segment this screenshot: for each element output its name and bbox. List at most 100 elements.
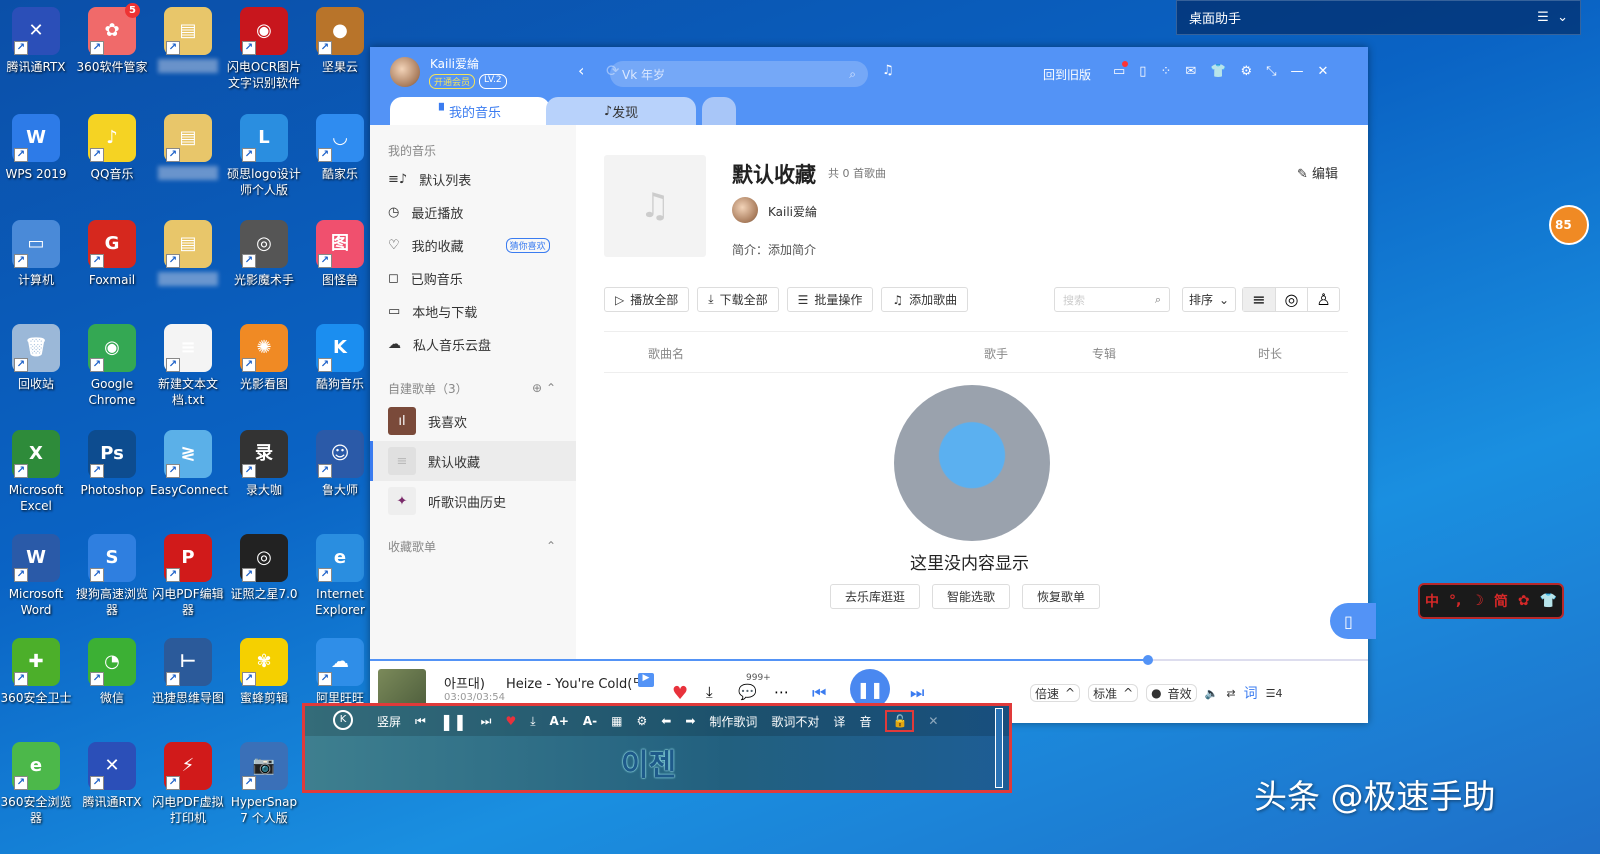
desktop-icon[interactable]: S ↗ 搜狗高速浏览器 [74, 532, 150, 618]
desktop-icon[interactable]: ✺ ↗ 光影看图 [226, 322, 302, 392]
progress-bar[interactable] [370, 655, 1368, 665]
desktop-icon[interactable]: ☺ ↗ 鲁大师 [302, 428, 378, 498]
desktop-icon[interactable]: ◉ ↗ Google Chrome [74, 322, 150, 408]
desktop-icon[interactable]: ✕ ↗ 腾讯通RTX [0, 5, 74, 75]
search-icon[interactable]: ⌕ [849, 67, 856, 82]
desktop-icon[interactable]: ◡ ↗ 酷家乐 [302, 112, 378, 182]
layout-icon[interactable]: ▦ [611, 714, 622, 728]
download-icon[interactable]: ⤓ [706, 683, 713, 701]
desktop-icon[interactable]: G ↗ Foxmail [74, 218, 150, 288]
owner-name[interactable]: Kaili爱綸 [768, 203, 817, 220]
sidebar-item-recent[interactable]: ◷ 最近播放 [370, 196, 576, 229]
old-version-link[interactable]: 回到旧版 [1043, 66, 1091, 83]
desktop-icon[interactable]: ▤ ↗ [150, 112, 226, 180]
desktop-icon[interactable]: ✚ ↗ 360安全卫士 [0, 636, 74, 706]
menu-icon[interactable]: ☰ [1537, 10, 1549, 25]
song-artist[interactable]: Heize - You're Cold(ᄃ [506, 673, 644, 692]
desktop-icon[interactable]: ♪ ↗ QQ音乐 [74, 112, 150, 182]
sidebar-item-default-list[interactable]: ≡♪ 默认列表 [370, 163, 576, 196]
desktop-icon[interactable]: ◎ ↗ 光影魔术手 [226, 218, 302, 288]
ime-moon-icon[interactable]: ☽ [1471, 593, 1484, 609]
lyrics-scrollbar[interactable] [995, 708, 1003, 788]
ime-chinese[interactable]: 中 [1425, 591, 1439, 611]
mini-mode-icon[interactable]: ⤡ [1266, 64, 1276, 79]
mv-icon[interactable]: ▶ [638, 673, 654, 687]
settings-icon[interactable]: ⚙ [1240, 64, 1252, 79]
desktop-icon[interactable]: ◎ ↗ 证照之星7.0 [226, 532, 302, 602]
sort-dropdown[interactable]: 排序 ⌄ [1182, 287, 1237, 312]
desktop-icon[interactable]: W ↗ Microsoft Word [0, 532, 74, 618]
vip-badge[interactable]: 开通会员 [429, 74, 476, 89]
quality-button[interactable]: 标准 ^ [1088, 684, 1139, 702]
desktop-icon[interactable]: ◔ ↗ 微信 [74, 636, 150, 706]
desktop-icon[interactable]: 图 ↗ 图怪兽 [302, 218, 378, 288]
user-name[interactable]: Kaili爱綸 [430, 55, 479, 72]
smart-pick-button[interactable]: 智能选歌 [932, 584, 1011, 609]
list-view-icon[interactable]: ≡ [1243, 288, 1275, 311]
desktop-icon[interactable]: ▭ ↗ 计算机 [0, 218, 74, 288]
desktop-icon[interactable]: L ↗ 硕思logo设计师个人版 [226, 112, 302, 198]
sidebar-item-purchased[interactable]: ◻ 已购音乐 [370, 262, 576, 295]
list-search-input[interactable]: 搜索 ⌕ [1054, 287, 1170, 312]
ime-skin-icon[interactable]: 👕 [1540, 593, 1557, 609]
desktop-icon[interactable]: P ↗ 闪电PDF编辑器 [150, 532, 226, 618]
translate-button[interactable]: 译 [833, 713, 845, 730]
add-songs-button[interactable]: ♫ 添加歌曲 [881, 287, 969, 312]
make-lyrics-button[interactable]: 制作歌词 [709, 713, 757, 730]
desktop-icon[interactable]: Ps ↗ Photoshop [74, 428, 150, 498]
owner-avatar[interactable] [732, 197, 758, 223]
volume-icon[interactable]: 🔈 [1205, 687, 1219, 700]
playlist-item[interactable]: ıl 我喜欢 [370, 401, 576, 441]
settings-icon[interactable]: ⚙ [637, 714, 648, 728]
vertical-mode-button[interactable]: 竖屏 [377, 713, 401, 730]
lyrics-toggle[interactable]: 词 [1244, 683, 1258, 703]
wrong-lyrics-button[interactable]: 歌词不对 [771, 713, 819, 730]
sidebar-item-cloud[interactable]: ☁ 私人音乐云盘 [370, 328, 576, 361]
mail-icon[interactable]: ✉ [1185, 64, 1196, 79]
ime-simplified[interactable]: 简 [1494, 591, 1508, 611]
sidebar-item-local[interactable]: ▭ 本地与下载 [370, 295, 576, 328]
desktop-icon[interactable]: ☁ ↗ 阿里旺旺 [302, 636, 378, 706]
desktop-lyrics-panel[interactable]: K 竖屏 ⏮ ❚❚ ⏭ ♥ ⤓ A+ A- ▦ ⚙ ⬅ ➡ 制作歌词 歌词不对 … [302, 703, 1012, 793]
phone-float-button[interactable]: ▯ [1330, 603, 1376, 639]
apps-icon[interactable]: ⁘ [1160, 64, 1171, 79]
desktop-assistant-bar[interactable]: 桌面助手 ☰ ⌄ [1176, 0, 1581, 35]
back-icon[interactable]: ‹ [578, 61, 584, 80]
playlist-queue-icon[interactable]: ☰4 [1266, 687, 1283, 700]
next-icon[interactable]: ⏭ [481, 714, 492, 729]
lyrics-back-icon[interactable]: ⬅ [661, 714, 671, 728]
skin-icon[interactable]: 👕 [1210, 64, 1226, 79]
like-icon[interactable]: ♥ [672, 683, 688, 704]
phone-icon[interactable]: ▯ [1139, 64, 1146, 79]
download-all-button[interactable]: ⤓ 下载全部 [697, 287, 779, 312]
edit-button[interactable]: ✎ 编辑 [1297, 163, 1338, 182]
collapse-icon[interactable]: ⌃ [546, 539, 556, 553]
tab-discover[interactable]: ♪ 发现 [546, 97, 696, 125]
desktop-icon[interactable]: 🗑 ↗ 回收站 [0, 322, 74, 392]
like-icon[interactable]: ♥ [505, 714, 516, 728]
voice-search-icon[interactable]: ♫ [882, 63, 894, 78]
batch-button[interactable]: ☰ 批量操作 [786, 287, 874, 312]
chevron-down-icon[interactable]: ⌄ [1557, 10, 1568, 25]
font-larger-button[interactable]: A+ [550, 714, 569, 728]
effect-button[interactable]: ● 音效 [1146, 684, 1197, 702]
close-icon[interactable]: ✕ [1318, 64, 1329, 79]
desktop-icon[interactable]: ▤ ↗ [150, 5, 226, 73]
ime-punct[interactable]: °, [1449, 593, 1461, 609]
comment-icon[interactable]: 💬 [738, 683, 757, 701]
desktop-icon[interactable]: e ↗ Internet Explorer [302, 532, 378, 618]
desktop-icon[interactable]: 录 ↗ 录大咖 [226, 428, 302, 498]
album-view-icon[interactable]: ◎ [1275, 288, 1307, 311]
lyrics-forward-icon[interactable]: ➡ [685, 714, 695, 728]
playlist-item-selected[interactable]: ≡ 默认收藏 [370, 441, 576, 481]
desktop-icon[interactable]: ◉ ↗ 闪电OCR图片文字识别软件 [226, 5, 302, 91]
playlist-intro[interactable]: 简介：添加简介 [732, 241, 816, 258]
add-playlist-icon[interactable]: ⊕ [532, 381, 542, 395]
desktop-icon[interactable]: 📷 ↗ HyperSnap 7 个人版 [226, 740, 302, 826]
tab-extra[interactable] [702, 97, 736, 125]
user-avatar[interactable] [390, 57, 420, 87]
guess-you-like-tag[interactable]: 猜你喜欢 [505, 238, 550, 253]
font-smaller-button[interactable]: A- [583, 714, 597, 728]
next-icon[interactable]: ⏭ [910, 683, 924, 703]
desktop-icon[interactable]: ● ↗ 坚果云 [302, 5, 378, 75]
